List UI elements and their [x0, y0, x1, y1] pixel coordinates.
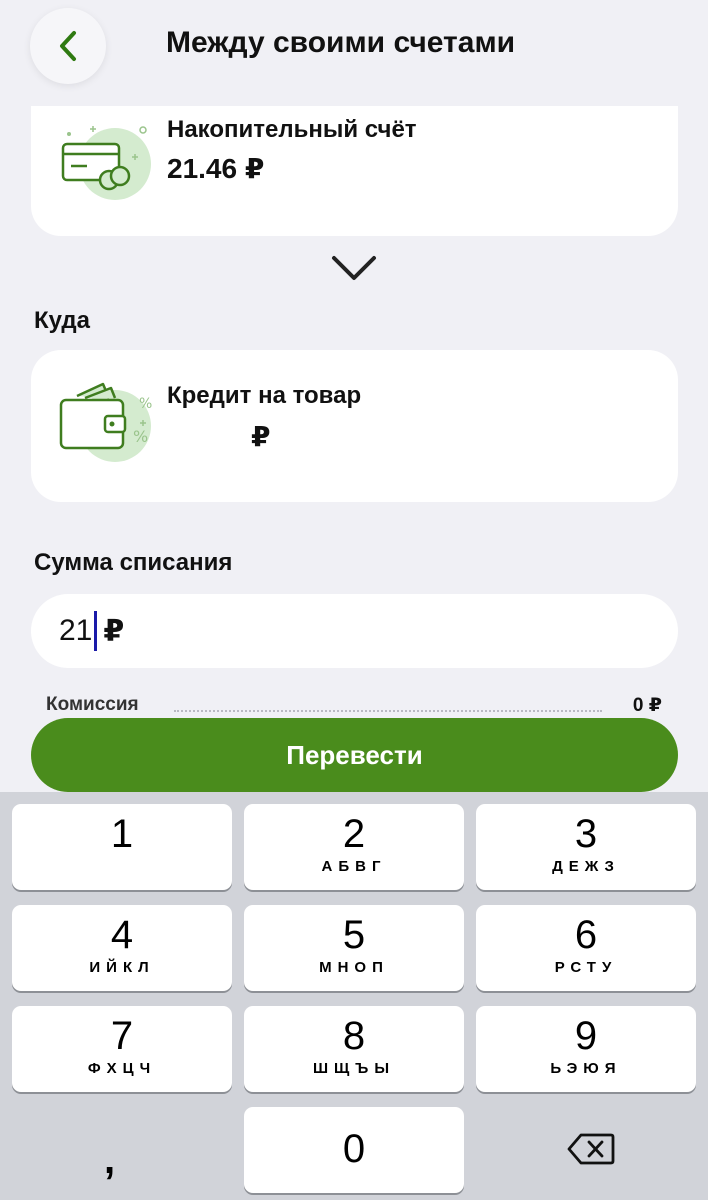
- text-caret: [94, 611, 98, 651]
- key-7[interactable]: 7 ФХЦЧ: [12, 1006, 232, 1092]
- wallet-percent-icon: % %: [59, 382, 152, 462]
- key-digit: 7: [110, 1014, 134, 1058]
- key-letters: РСТУ: [554, 959, 618, 976]
- svg-text:%: %: [139, 396, 152, 412]
- key-0[interactable]: 0: [244, 1107, 464, 1193]
- key-6[interactable]: 6 РСТУ: [476, 905, 696, 991]
- key-digit: 0: [342, 1127, 366, 1171]
- chevron-down-icon[interactable]: [330, 252, 378, 284]
- key-digit: 6: [574, 913, 598, 957]
- key-4[interactable]: 4 ИЙКЛ: [12, 905, 232, 991]
- key-letters: ДЕЖЗ: [552, 858, 620, 875]
- from-account-card[interactable]: Накопительный счёт 21.46 ₽: [31, 106, 678, 236]
- savings-card-icon: [61, 126, 151, 200]
- key-digit: 3: [574, 812, 598, 856]
- backspace-icon[interactable]: [567, 1132, 615, 1166]
- key-digit: 5: [342, 913, 366, 957]
- key-digit: 9: [574, 1014, 598, 1058]
- page-title: Между своими счетами: [166, 26, 516, 59]
- back-button[interactable]: [30, 8, 106, 84]
- key-1[interactable]: 1: [12, 804, 232, 890]
- to-section-label: Куда: [34, 307, 90, 334]
- fee-label: Комиссия: [46, 694, 147, 716]
- key-letters: ЬЭЮЯ: [550, 1060, 622, 1077]
- key-letters: АБВГ: [321, 858, 387, 875]
- chevron-left-icon: [60, 31, 76, 61]
- key-digit: 2: [342, 812, 366, 856]
- key-letters: МНОП: [319, 959, 389, 976]
- to-account-card[interactable]: % % Кредит на товар ₽: [31, 350, 678, 502]
- key-9[interactable]: 9 ЬЭЮЯ: [476, 1006, 696, 1092]
- key-digit: 8: [342, 1014, 366, 1058]
- key-comma[interactable]: ,: [104, 1138, 115, 1183]
- fee-value: 0 ₽: [632, 695, 662, 716]
- transfer-button[interactable]: Перевести: [31, 718, 678, 792]
- key-8[interactable]: 8 ШЩЪЫ: [244, 1006, 464, 1092]
- key-digit: 1: [110, 812, 134, 856]
- header: Между своими счетами: [0, 0, 708, 100]
- key-letters: ШЩЪЫ: [312, 1060, 396, 1077]
- from-account-amount: 21.46 ₽: [167, 153, 265, 184]
- amount-section-label: Сумма списания: [34, 549, 233, 576]
- amount-value: 21: [59, 614, 93, 647]
- from-account-name: Накопительный счёт: [167, 116, 417, 143]
- numeric-keypad: 1 2 АБВГ 3 ДЕЖЗ 4 ИЙКЛ 5 МНОП 6 РСТУ 7 Ф…: [0, 792, 708, 1200]
- to-account-name: Кредит на товар: [167, 382, 362, 409]
- to-account-amount: ₽: [251, 421, 271, 452]
- svg-text:%: %: [133, 427, 148, 446]
- key-3[interactable]: 3 ДЕЖЗ: [476, 804, 696, 890]
- key-letters: ФХЦЧ: [87, 1060, 157, 1077]
- key-2[interactable]: 2 АБВГ: [244, 804, 464, 890]
- key-letters: ИЙКЛ: [89, 959, 155, 976]
- fee-row: Комиссия 0 ₽: [46, 694, 662, 718]
- key-5[interactable]: 5 МНОП: [244, 905, 464, 991]
- key-digit: 4: [110, 913, 134, 957]
- amount-currency: ₽: [103, 614, 125, 648]
- amount-input[interactable]: 21 ₽: [31, 594, 678, 668]
- fee-dotted-leader: [174, 710, 602, 712]
